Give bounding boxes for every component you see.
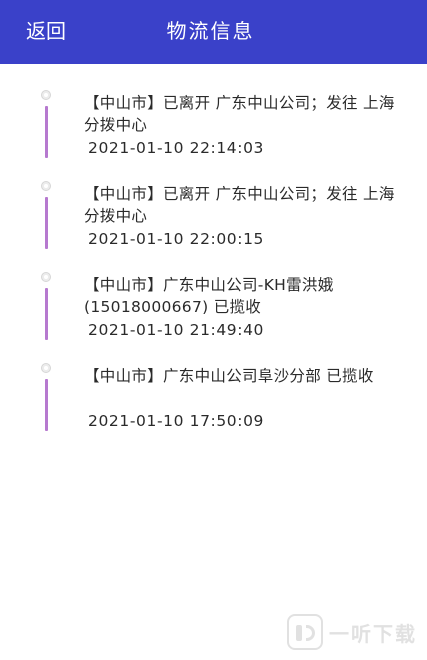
timeline-line — [45, 106, 48, 158]
page-title-text: 物流信息 — [166, 19, 255, 43]
timeline-description: 【中山市】已离开 广东中山公司；发往 上海分拨中心 — [84, 94, 395, 134]
timeline-item: 【中山市】广东中山公司阜沙分部 已揽收 2021-01-10 17:50:09 — [0, 337, 427, 431]
timeline-item: 【中山市】已离开 广东中山公司；发往 上海分拨中心 2021-01-10 22:… — [0, 64, 427, 158]
app-header: 返回 物流信息 — [0, 0, 427, 64]
timeline-node-icon — [41, 363, 51, 373]
watermark: 一听下载 — [287, 612, 417, 652]
timeline-description: 【中山市】已离开 广东中山公司；发往 上海分拨中心 — [84, 185, 395, 225]
timeline-line — [45, 288, 48, 340]
page-title: 物流信息 — [0, 18, 427, 44]
timeline-description: 【中山市】广东中山公司阜沙分部 已揽收 — [84, 367, 374, 385]
timeline-node-icon — [41, 90, 51, 100]
timeline-line — [45, 379, 48, 431]
timeline-node-icon — [41, 181, 51, 191]
watermark-text: 一听下载 — [329, 621, 417, 646]
timeline-description: 【中山市】广东中山公司-KH雷洪娥(15018000667) 已揽收 — [84, 276, 334, 316]
timeline-time: 2021-01-10 17:50:09 — [88, 412, 265, 430]
timeline-item: 【中山市】已离开 广东中山公司；发往 上海分拨中心 2021-01-10 22:… — [0, 155, 427, 249]
timeline-line — [45, 197, 48, 249]
timeline-item: 【中山市】广东中山公司-KH雷洪娥(15018000667) 已揽收 2021-… — [0, 246, 427, 340]
timeline-node-icon — [41, 272, 51, 282]
app-logo-icon — [287, 614, 323, 650]
